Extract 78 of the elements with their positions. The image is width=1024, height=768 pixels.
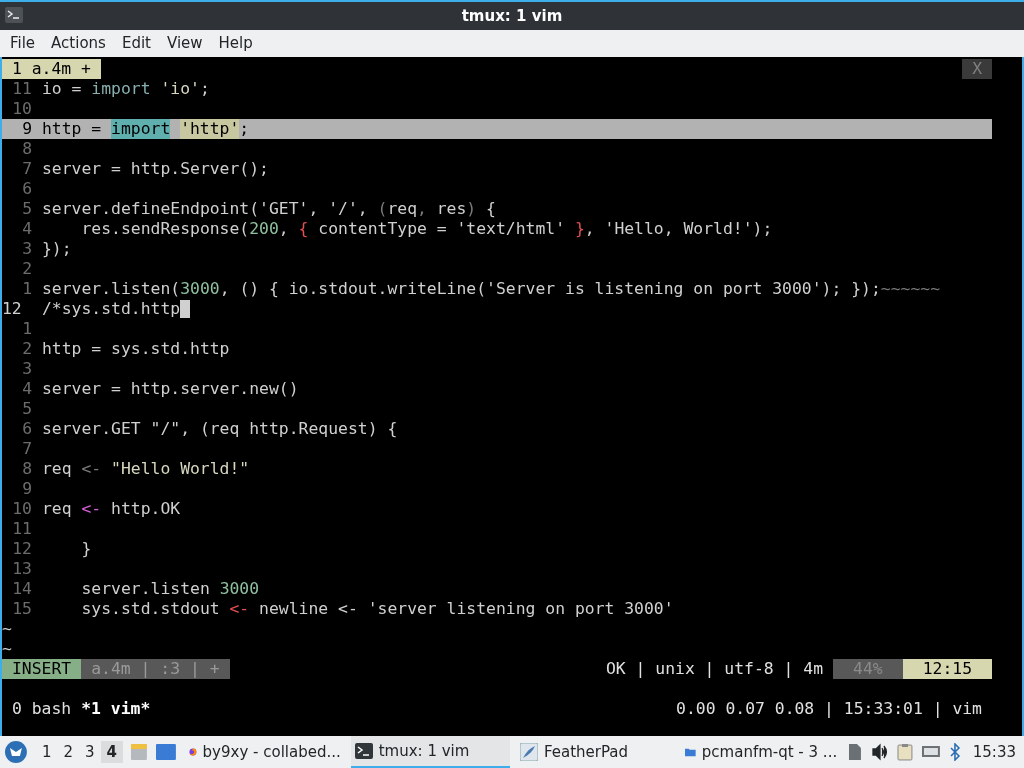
clock[interactable]: 15:33	[968, 740, 1020, 764]
line-number: 9	[21, 119, 33, 139]
clipboard-icon[interactable]	[897, 743, 913, 761]
code-line: sys.std.stdout <- newline <- 'server listening on port 3000'	[80, 599, 674, 619]
code-line: server.listen 3000	[80, 579, 260, 599]
code-line: io = import 'io';	[42, 79, 210, 99]
line-number: 8	[21, 459, 33, 479]
line-number: 5	[21, 199, 33, 219]
code-line: res.sendResponse(200, { contentType = 'text/html' }, 'Hello, World!');	[80, 219, 773, 239]
code-line: server = http.Server();	[42, 159, 269, 179]
menu-item[interactable]: Actions	[45, 32, 112, 55]
task-button[interactable]: pcmanfm-qt - 3 ...	[681, 736, 842, 768]
code-line: }	[80, 539, 92, 559]
desktop-switch[interactable]: 1	[35, 740, 58, 764]
terminal-icon	[354, 743, 373, 759]
line-number: 8	[21, 139, 33, 159]
line-number: 7	[21, 439, 33, 459]
window-title: tmux: 1 vim	[461, 5, 563, 27]
tab[interactable]: 1 a.4m +	[2, 59, 101, 79]
line-number: 11	[11, 79, 33, 99]
code-line: server = http.server.new()	[42, 379, 299, 399]
line-number: 1	[21, 319, 33, 339]
line-number: 11	[11, 519, 33, 539]
task-button[interactable]: FeatherPad	[515, 736, 676, 768]
line-number: 2	[21, 339, 33, 359]
desktop-switch[interactable]: 2	[57, 740, 79, 764]
line-number: 10	[11, 499, 33, 519]
task-button[interactable]: by9xy - collabed...	[184, 736, 345, 768]
status-segment: a.4m | :3 | +	[81, 659, 230, 679]
network-icon[interactable]	[920, 744, 941, 760]
tilde: ~	[2, 619, 12, 639]
file-info: OK | unix | utf-8 | 4m	[605, 659, 825, 679]
line-number: 1	[21, 279, 33, 299]
line-number: 5	[21, 399, 33, 419]
line-number: 12	[2, 299, 23, 319]
desktop-switch[interactable]: 4	[100, 740, 123, 764]
line-number: 15	[11, 599, 33, 619]
code-line: server.GET "/", (req http.Request) {	[42, 419, 398, 439]
line-number: 13	[11, 559, 33, 579]
terminal-icon[interactable]	[5, 7, 23, 23]
line-number: 4	[21, 379, 33, 399]
mode-indicator: INSERT	[2, 659, 82, 679]
code-line: });	[42, 239, 72, 259]
code-line: server.defineEndpoint('GET', '/', (req, res) {	[42, 199, 496, 219]
line-number: 9	[21, 479, 33, 499]
line-number: 2	[21, 259, 33, 279]
menu-item[interactable]: File	[4, 32, 42, 55]
code-line: http = sys.std.http	[42, 339, 230, 359]
volume-icon[interactable]	[871, 743, 889, 761]
tmux-status: 0.00 0.07 0.08 | 15:33:01 | vim	[676, 699, 982, 719]
tilde: ~	[2, 639, 12, 659]
line-number: 12	[11, 539, 33, 559]
line-number: 14	[11, 579, 33, 599]
cursor-position: 12:15	[902, 659, 992, 679]
code-line: /*sys.std.http	[42, 299, 181, 319]
tmux-window[interactable]: 0 bash	[12, 699, 72, 719]
menu-item[interactable]: Help	[212, 32, 259, 55]
menu-item[interactable]: View	[160, 32, 209, 55]
document-icon[interactable]	[847, 743, 864, 761]
line-number: 7	[21, 159, 33, 179]
line-number: 4	[21, 219, 33, 239]
task-button[interactable]: tmux: 1 vim	[350, 736, 510, 768]
line-number: 3	[21, 239, 33, 259]
code-line: req <- http.OK	[42, 499, 181, 519]
bluetooth-icon[interactable]	[948, 743, 961, 761]
tmux-window[interactable]: *1 vim*	[81, 699, 151, 719]
code-line: http = import 'http';	[42, 119, 250, 139]
line-number: 10	[11, 99, 33, 119]
line-number: 3	[21, 359, 33, 379]
line-number: 6	[21, 179, 33, 199]
menu-item[interactable]: Edit	[115, 32, 157, 55]
desktop-icon[interactable]	[154, 743, 177, 761]
line-number: 6	[21, 419, 33, 439]
code-line: server.listen(3000, () { io.stdout.writeLine('Server is listening on port 3000'); });~~~~~~	[42, 279, 940, 299]
desktop-switch[interactable]: 3	[78, 740, 101, 764]
code-line: req <- "Hello World!"	[42, 459, 250, 479]
feather-icon	[519, 743, 538, 761]
text-cursor	[180, 300, 191, 318]
